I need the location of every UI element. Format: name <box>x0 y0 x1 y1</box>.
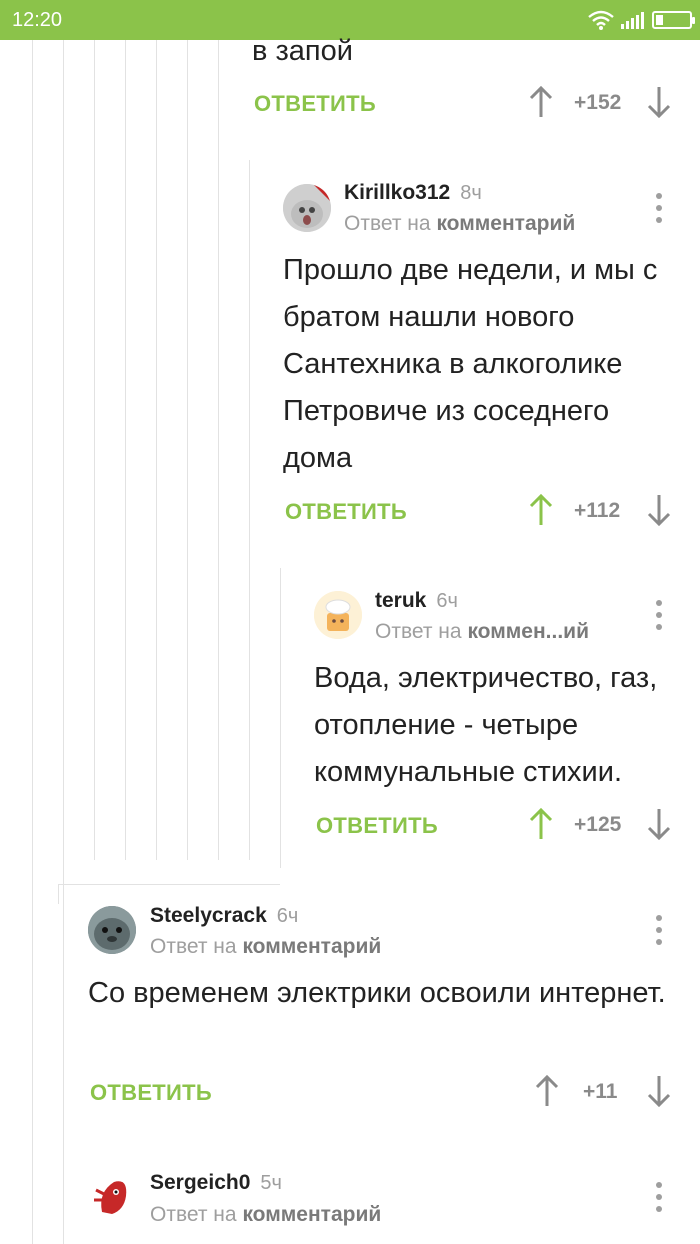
avatar[interactable] <box>88 906 136 954</box>
username[interactable]: Kirillko312 8ч <box>344 181 482 205</box>
reply-button[interactable]: ОТВЕТИТЬ <box>90 1080 212 1106</box>
avatar-image <box>88 1172 136 1220</box>
username[interactable]: Sergeich0 5ч <box>150 1171 282 1195</box>
username-text[interactable]: Steelycrack <box>150 904 267 927</box>
more-icon[interactable] <box>654 600 664 630</box>
vote-score: +152 <box>574 91 622 114</box>
avatar-image <box>283 184 331 232</box>
comment-body: Прошло две недели, и мы с братом нашли н… <box>283 254 658 474</box>
vote-score: +11 <box>583 1080 618 1103</box>
reply-to-line: Ответ на коммен...ий <box>375 620 589 644</box>
username-text[interactable]: Kirillko312 <box>344 181 450 204</box>
reply-target-link[interactable]: комментарий <box>242 935 381 958</box>
username-text[interactable]: teruk <box>375 589 426 612</box>
comment-time: 8ч <box>460 182 482 204</box>
avatar-image <box>314 591 362 639</box>
comment-time: 6ч <box>276 905 299 927</box>
upvote-icon[interactable] <box>528 494 554 526</box>
vote-score: +125 <box>574 813 622 836</box>
downvote-icon[interactable] <box>646 494 672 526</box>
reply-prefix: Ответ на <box>344 212 431 235</box>
reply-prefix: Ответ на <box>375 620 462 643</box>
reply-prefix: Ответ на <box>150 935 237 958</box>
avatar-image <box>88 906 136 954</box>
reply-target-link[interactable]: коммен...ий <box>467 620 589 643</box>
signal-icon <box>621 12 644 29</box>
more-icon[interactable] <box>654 193 664 223</box>
status-icons <box>588 10 695 30</box>
downvote-icon[interactable] <box>646 808 672 840</box>
comment-body: в запой <box>252 35 353 67</box>
reply-target-link[interactable]: комментарий <box>436 212 575 235</box>
comment-body: Вода, электричество, газ, отопление - че… <box>314 662 658 788</box>
downvote-icon[interactable] <box>646 86 672 118</box>
battery-icon <box>652 11 695 29</box>
comment-body: Со временем электрики освоили интернет. <box>88 977 666 1009</box>
comment-time: 5ч <box>260 1172 282 1194</box>
reply-to-line: Ответ на комментарий <box>344 212 575 236</box>
reply-button[interactable]: ОТВЕТИТЬ <box>254 91 376 117</box>
more-icon[interactable] <box>654 1182 664 1212</box>
reply-button[interactable]: ОТВЕТИТЬ <box>285 499 407 525</box>
comment-time: 6ч <box>436 590 458 612</box>
more-icon[interactable] <box>654 915 664 945</box>
reply-button[interactable]: ОТВЕТИТЬ <box>316 813 438 839</box>
status-time: 12:20 <box>12 8 63 31</box>
username[interactable]: Steelycrack 6ч <box>150 904 298 928</box>
username[interactable]: teruk 6ч <box>375 589 458 613</box>
upvote-icon[interactable] <box>528 808 554 840</box>
vote-score: +112 <box>574 499 621 522</box>
reply-target-link[interactable]: комментарий <box>242 1203 381 1226</box>
avatar[interactable] <box>88 1172 136 1220</box>
reply-prefix: Ответ на <box>150 1203 237 1226</box>
avatar[interactable] <box>314 591 362 639</box>
reply-to-line: Ответ на комментарий <box>150 1203 381 1227</box>
username-text[interactable]: Sergeich0 <box>150 1171 250 1194</box>
wifi-icon <box>588 10 614 30</box>
upvote-icon[interactable] <box>534 1075 560 1107</box>
downvote-icon[interactable] <box>646 1075 672 1107</box>
avatar[interactable] <box>283 184 331 232</box>
upvote-icon[interactable] <box>528 86 554 118</box>
reply-to-line: Ответ на комментарий <box>150 935 381 959</box>
